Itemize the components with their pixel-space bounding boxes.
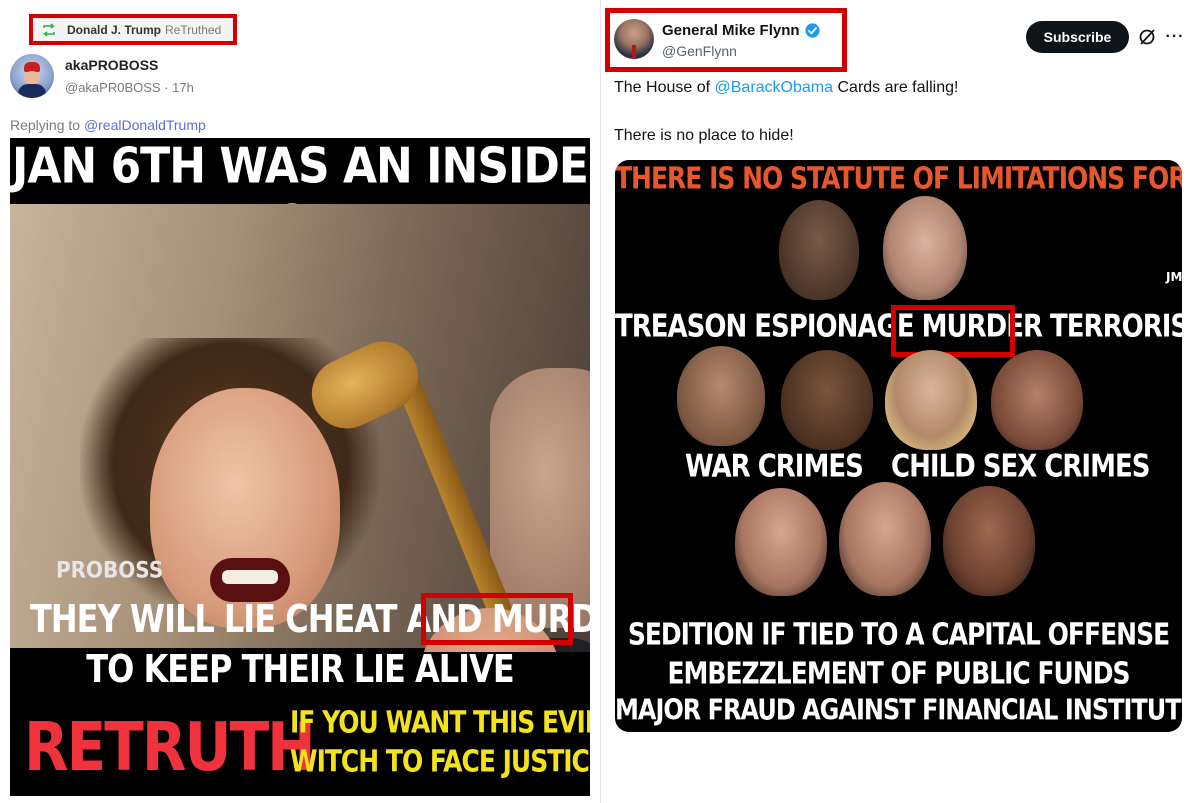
grok-slash-icon[interactable] bbox=[1137, 27, 1157, 47]
meme-crimes-row2-left: WAR CRIMES bbox=[685, 449, 864, 485]
author-handle-time: @akaPR0BOSS · 17h bbox=[65, 80, 194, 95]
meme-caption-line2: TO KEEP THEIR LIE ALIVE bbox=[86, 646, 514, 692]
highlight-box bbox=[421, 593, 573, 645]
avatar[interactable] bbox=[614, 19, 654, 59]
author-display-name[interactable]: akaPROBOSS bbox=[65, 57, 158, 73]
replying-to-link[interactable]: @realDonaldTrump bbox=[84, 117, 206, 133]
verified-badge-icon[interactable] bbox=[804, 22, 821, 39]
tweet-text-line2: There is no place to hide! bbox=[614, 127, 794, 144]
portrait bbox=[885, 350, 977, 450]
author-name-row: General Mike Flynn bbox=[662, 22, 821, 39]
meme-bottom-line1: SEDITION IF TIED TO A CAPITAL OFFENSE bbox=[627, 617, 1170, 652]
tweet-text-prefix: The House of bbox=[614, 79, 711, 96]
mention-link[interactable]: @BarackObama bbox=[715, 79, 834, 96]
replying-to: Replying to @realDonaldTrump bbox=[10, 117, 206, 133]
portrait bbox=[781, 350, 873, 450]
retruth-label: ReTruthed bbox=[165, 22, 222, 37]
portrait bbox=[779, 200, 859, 300]
more-dots-icon[interactable]: ··· bbox=[1165, 27, 1185, 47]
author-display-name[interactable]: General Mike Flynn bbox=[662, 22, 800, 39]
meme-bottom-line2: EMBEZZLEMENT OF PUBLIC FUNDS bbox=[667, 656, 1130, 691]
meme-crimes-row2-right: CHILD SEX CRIMES bbox=[891, 449, 1150, 485]
subscribe-button[interactable]: Subscribe bbox=[1026, 21, 1129, 53]
post-time[interactable]: 17h bbox=[172, 80, 194, 95]
author-handle[interactable]: @GenFlynn bbox=[662, 43, 737, 59]
tweet-text-line1: The House of @BarackObama Cards are fall… bbox=[614, 78, 958, 98]
portrait bbox=[943, 486, 1035, 596]
retruth-arrows-icon bbox=[43, 22, 55, 37]
meme-yellow-line2: WITCH TO FACE JUSTICE bbox=[290, 744, 590, 779]
portrait bbox=[677, 346, 765, 446]
avatar[interactable] bbox=[10, 54, 54, 98]
portrait bbox=[735, 488, 827, 596]
meme-yellow-line1: IF YOU WANT THIS EVIL bbox=[290, 705, 590, 740]
meme-bottom-line3: MAJOR FRAUD AGAINST FINANCIAL INSTITUTIO… bbox=[615, 693, 1182, 727]
post-image[interactable]: THERE IS NO STATUTE OF LIMITATIONS FOR: … bbox=[615, 160, 1182, 732]
portrait bbox=[991, 350, 1083, 450]
background-figure bbox=[490, 368, 590, 628]
meme-watermark: PROBOSS bbox=[56, 556, 164, 584]
figure-teeth bbox=[222, 570, 278, 584]
replying-prefix: Replying to bbox=[10, 117, 81, 133]
meme-heading: THERE IS NO STATUTE OF LIMITATIONS FOR: bbox=[615, 161, 1182, 196]
meme-retruth-text: RETRUTH bbox=[24, 707, 316, 787]
portrait bbox=[839, 482, 931, 596]
post-image[interactable]: JAN 6TH WAS AN INSIDE JOB PROBOSS THEY W… bbox=[10, 138, 590, 796]
right-post: General Mike Flynn @GenFlynn Subscribe ·… bbox=[601, 0, 1200, 803]
meme-watermark: JM bbox=[1166, 270, 1182, 284]
left-post: Donald J. Trump ReTruthed akaPROBOSS @ak… bbox=[0, 0, 600, 803]
author-handle[interactable]: @akaPR0BOSS bbox=[65, 80, 161, 95]
retruth-user-name[interactable]: Donald J. Trump bbox=[67, 23, 161, 37]
tweet-text-suffix: Cards are falling! bbox=[837, 79, 959, 96]
highlight-box bbox=[891, 305, 1015, 357]
separator-dot: · bbox=[164, 80, 173, 95]
retruth-indicator[interactable]: Donald J. Trump ReTruthed bbox=[29, 14, 237, 45]
portrait bbox=[883, 196, 967, 300]
